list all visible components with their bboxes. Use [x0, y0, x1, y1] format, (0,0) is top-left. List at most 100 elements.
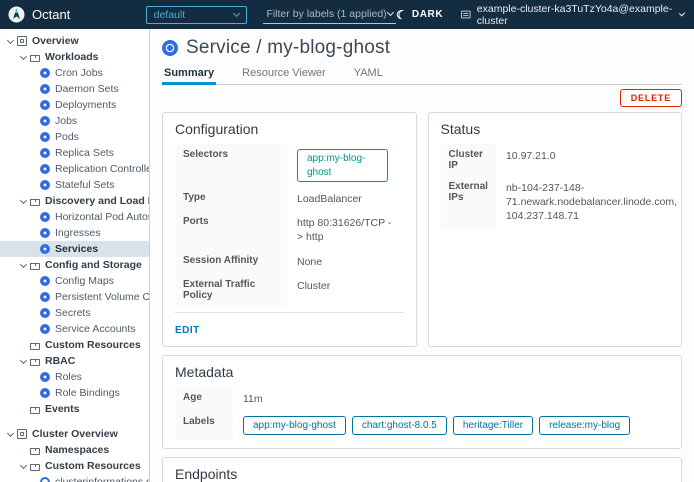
metadata-card: Metadata Age 11m Labels app:my-blog-ghos…: [162, 355, 682, 450]
logo-area: Octant: [8, 6, 138, 23]
status-table: Cluster IP 10.97.21.0 External IPs nb-10…: [441, 144, 688, 229]
nav-item-label: Secrets: [55, 307, 91, 319]
metadata-age-value: 11m: [233, 387, 669, 411]
tab-yaml[interactable]: YAML: [352, 65, 385, 84]
sidebar-item-custom-resources[interactable]: Custom Resources: [0, 337, 149, 353]
sidebar-item-deployments[interactable]: Deployments: [0, 97, 149, 113]
sidebar-item-jobs[interactable]: Jobs: [0, 113, 149, 129]
tab-bar: Summary Resource Viewer YAML: [162, 65, 682, 85]
sidebar-item-role-bindings[interactable]: Role Bindings: [0, 385, 149, 401]
resource-icon: [40, 228, 50, 238]
metadata-row-labels: Labels app:my-blog-ghost chart:ghost-8.0.…: [175, 411, 669, 441]
nav-item-label: Pods: [55, 131, 79, 143]
selector-tag[interactable]: app:my-blog-ghost: [297, 149, 388, 182]
theme-toggle-label: DARK: [412, 9, 443, 20]
page-title: Service / my-blog-ghost: [186, 37, 390, 59]
resource-icon: [40, 292, 50, 302]
sidebar-item-ingresses[interactable]: Ingresses: [0, 225, 149, 241]
expand-chevron-icon[interactable]: [17, 360, 30, 363]
sidebar-item-discovery-and-load-balancing[interactable]: Discovery and Load Balancing: [0, 193, 149, 209]
nav-item-label: Jobs: [55, 115, 77, 127]
sidebar-item-custom-resources[interactable]: Custom Resources: [0, 458, 149, 474]
sidebar-item-horizontal-pod-autoscalers[interactable]: Horizontal Pod Autoscalers: [0, 209, 149, 225]
sidebar-item-secrets[interactable]: Secrets: [0, 305, 149, 321]
sidebar-item-config-and-storage[interactable]: Config and Storage: [0, 257, 149, 273]
namespace-dropdown[interactable]: default: [146, 6, 248, 24]
edit-link[interactable]: EDIT: [175, 325, 200, 336]
label-tag[interactable]: release:my-blog: [539, 416, 630, 436]
page-title-row: Service / my-blog-ghost: [162, 37, 682, 59]
status-card: Status Cluster IP 10.97.21.0 External IP…: [428, 112, 683, 347]
sidebar-item-replica-sets[interactable]: Replica Sets: [0, 145, 149, 161]
config-label: Selectors: [175, 144, 287, 187]
service-resource-icon: [162, 40, 178, 56]
expand-chevron-icon[interactable]: [4, 40, 17, 43]
config-value: None: [287, 250, 404, 274]
folder-icon: [30, 199, 40, 206]
expand-chevron-icon[interactable]: [17, 264, 30, 267]
sidebar-item-rbac[interactable]: RBAC: [0, 353, 149, 369]
theme-toggle[interactable]: ☾ DARK: [396, 9, 444, 21]
status-value: nb-104-237-148-71.newark.nodebalancer.li…: [496, 176, 687, 229]
status-row-cluster-ip: Cluster IP 10.97.21.0: [441, 144, 688, 176]
resource-icon: [40, 244, 50, 254]
folder-icon: [30, 407, 40, 414]
resource-icon: [40, 148, 50, 158]
sidebar-item-workloads[interactable]: Workloads: [0, 49, 149, 65]
sidebar-item-events[interactable]: Events: [0, 401, 149, 417]
nav-item-label: Roles: [55, 371, 82, 383]
expand-chevron-icon[interactable]: [17, 465, 30, 468]
sidebar-item-namespaces[interactable]: Namespaces: [0, 442, 149, 458]
label-filter-input[interactable]: Filter by labels (1 applied): [263, 5, 395, 24]
sidebar-item-persistent-volume-claims[interactable]: Persistent Volume Claims: [0, 289, 149, 305]
config-row-ports: Ports http 80:31626/TCP -> http: [175, 211, 404, 249]
expand-chevron-icon[interactable]: [4, 433, 17, 436]
endpoints-card: Endpoints Target IP Node Name my-blog-gh…: [162, 457, 682, 482]
chevron-down-icon: [387, 9, 394, 16]
expand-chevron-icon[interactable]: [17, 200, 30, 203]
sidebar-item-roles[interactable]: Roles: [0, 369, 149, 385]
tab-summary[interactable]: Summary: [162, 65, 216, 84]
overview-icon: [17, 429, 27, 439]
metadata-label: Labels: [175, 411, 233, 441]
label-tag[interactable]: app:my-blog-ghost: [243, 416, 346, 436]
summary-cards-row: Configuration Selectors app:my-blog-ghos…: [162, 112, 682, 355]
config-value: Cluster: [287, 274, 404, 306]
sidebar-nav-list: Overview Workloads Cron Jobs Daemon Sets…: [0, 33, 149, 482]
sidebar: Overview Workloads Cron Jobs Daemon Sets…: [0, 29, 150, 482]
actions-row: DELETE: [162, 89, 682, 107]
sidebar-item-pods[interactable]: Pods: [0, 129, 149, 145]
sidebar-item-service-accounts[interactable]: Service Accounts: [0, 321, 149, 337]
sidebar-item-config-maps[interactable]: Config Maps: [0, 273, 149, 289]
config-label: Type: [175, 187, 287, 211]
app-title: Octant: [32, 7, 70, 22]
config-label: External Traffic Policy: [175, 274, 287, 306]
nav-item-label: Services: [55, 243, 98, 255]
sidebar-item-clusterinformations-crd-projec[interactable]: clusterinformations.crd.projec: [0, 474, 149, 482]
tab-resource-viewer[interactable]: Resource Viewer: [240, 65, 328, 84]
context-selector[interactable]: example-cluster-ka3TuTzYo4a@example-clus…: [461, 3, 684, 27]
nav-item-label: Cluster Overview: [32, 428, 118, 440]
label-filter-text: Filter by labels (1 applied): [266, 8, 386, 20]
context-label: example-cluster-ka3TuTzYo4a@example-clus…: [477, 3, 674, 27]
label-tag[interactable]: chart:ghost-8.0.5: [352, 416, 447, 436]
sidebar-item-daemon-sets[interactable]: Daemon Sets: [0, 81, 149, 97]
cluster-context-icon: [461, 9, 471, 20]
sidebar-item-overview[interactable]: Overview: [0, 33, 149, 49]
nav-item-label: Namespaces: [45, 444, 109, 456]
delete-button[interactable]: DELETE: [620, 89, 682, 107]
octant-logo-icon: [8, 6, 25, 23]
sidebar-item-cluster-overview[interactable]: Cluster Overview: [0, 426, 149, 442]
app-header: Octant default Filter by labels (1 appli…: [0, 0, 694, 29]
resource-icon: [40, 308, 50, 318]
sidebar-item-stateful-sets[interactable]: Stateful Sets: [0, 177, 149, 193]
expand-chevron-icon[interactable]: [17, 56, 30, 59]
sidebar-item-replication-controllers[interactable]: Replication Controllers: [0, 161, 149, 177]
config-value: LoadBalancer: [287, 187, 404, 211]
sidebar-item-cron-jobs[interactable]: Cron Jobs: [0, 65, 149, 81]
metadata-labels-value: app:my-blog-ghost chart:ghost-8.0.5 herita…: [233, 411, 669, 441]
nav-item-label: Workloads: [45, 51, 98, 63]
label-tag[interactable]: heritage:Tiller: [453, 416, 533, 436]
sidebar-item-services[interactable]: Services: [0, 241, 149, 257]
status-label: Cluster IP: [441, 144, 496, 176]
